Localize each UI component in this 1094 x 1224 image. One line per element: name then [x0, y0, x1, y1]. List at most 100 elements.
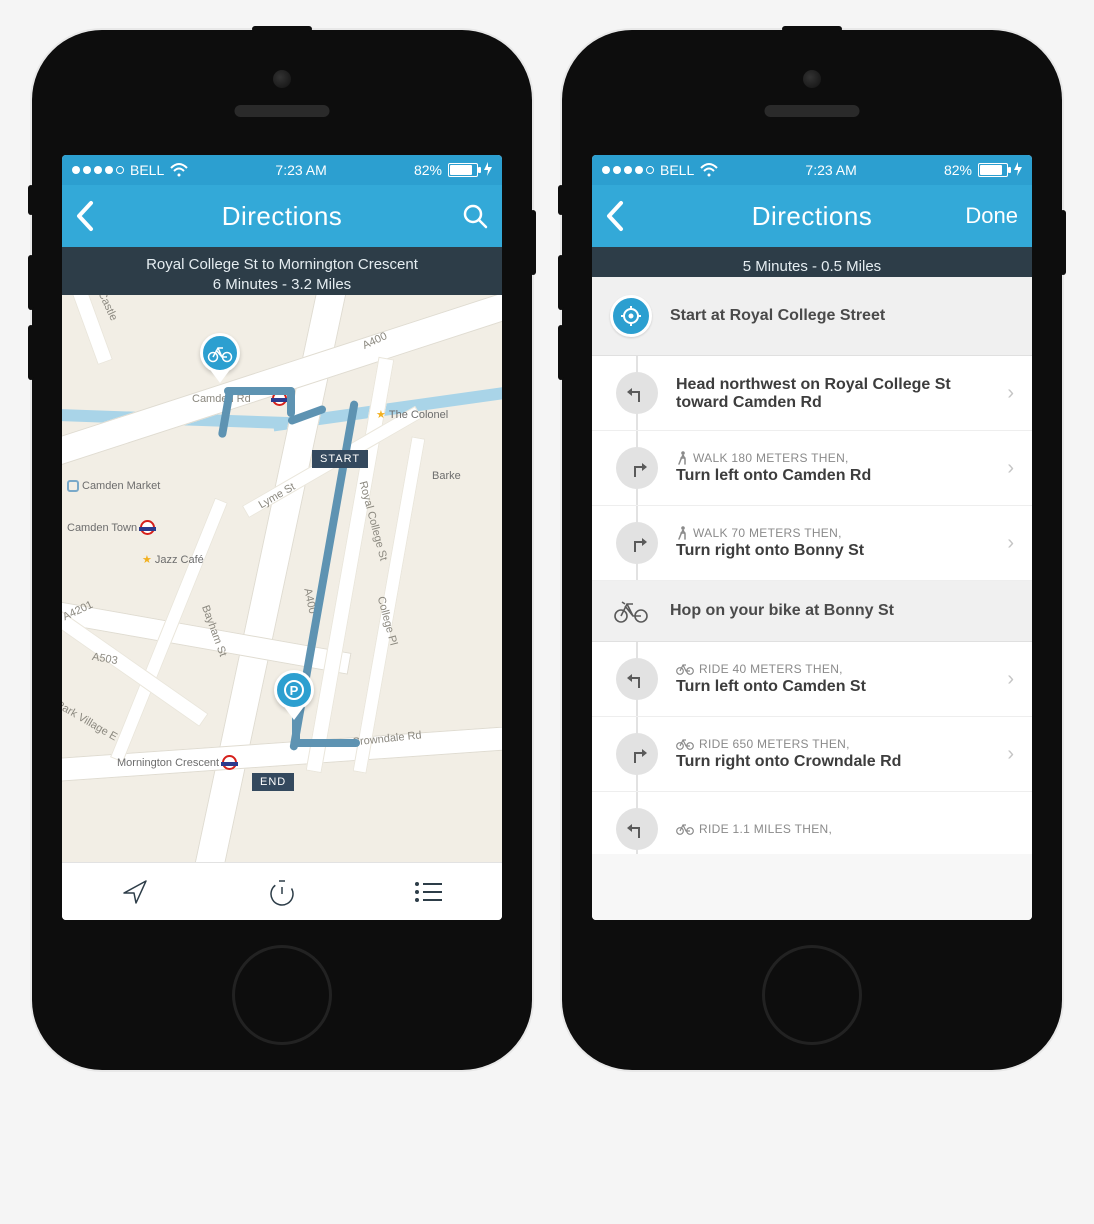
tube-icon [140, 520, 155, 535]
section-start: Start at Royal College Street [592, 277, 1032, 356]
power-button[interactable] [530, 210, 536, 275]
back-button[interactable] [606, 201, 676, 231]
location-arrow-icon [120, 877, 150, 907]
poi-jazz-cafe: ★Jazz Café [142, 553, 204, 566]
front-camera [803, 70, 821, 88]
chevron-left-icon [76, 201, 94, 231]
chevron-right-icon: › [1007, 532, 1020, 555]
screen-right: BELL 7:23 AM 82% Directions Done 5 [592, 155, 1032, 920]
step-instruction: Turn right onto Bonny St [676, 542, 989, 560]
timer-button[interactable] [209, 863, 356, 920]
home-button[interactable] [762, 945, 862, 1045]
step-meta: RIDE 40 METERS THEN, [676, 662, 989, 676]
route-line [294, 739, 360, 747]
home-button[interactable] [232, 945, 332, 1045]
battery-percent: 82% [944, 162, 972, 178]
signal-icon [72, 166, 124, 174]
poi-camden-market: Camden Market [67, 480, 160, 492]
poi-camden-town: Camden Town [67, 520, 155, 535]
carrier-label: BELL [660, 162, 694, 178]
chevron-right-icon: › [1007, 743, 1020, 766]
direction-step[interactable]: WALK 180 METERS THEN, Turn left onto Camd… [592, 431, 1032, 506]
step-instruction: Turn right onto Crowndale Rd [676, 753, 989, 771]
turn-right-icon [616, 447, 658, 489]
map-view[interactable]: Camden Rd A400 A400 Lyme St Royal Colleg… [62, 295, 502, 862]
nav-bar: Directions Done [592, 185, 1032, 247]
step-instruction: Turn left onto Camden Rd [676, 467, 989, 485]
poi-barke: Barke [432, 470, 461, 482]
power-button[interactable] [1060, 210, 1066, 275]
charging-icon [484, 162, 492, 179]
volume-up-button[interactable] [28, 255, 34, 310]
parking-icon: P [274, 670, 314, 710]
mute-switch[interactable] [28, 185, 34, 215]
stopwatch-icon [267, 877, 297, 907]
volume-down-button[interactable] [558, 325, 564, 380]
clock-label: 7:23 AM [805, 162, 856, 178]
battery-percent: 82% [414, 162, 442, 178]
route-line [224, 387, 294, 395]
list-toggle-button[interactable] [355, 863, 502, 920]
turn-right-icon [616, 522, 658, 564]
start-badge: START [312, 450, 368, 468]
wifi-icon [700, 163, 718, 177]
route-title: Royal College St to Mornington Crescent [72, 255, 492, 275]
status-bar: BELL 7:23 AM 82% [592, 155, 1032, 185]
turn-left-icon [616, 808, 658, 850]
road-label: Castle [96, 295, 120, 323]
direction-step[interactable]: RIDE 1.1 MILES THEN, [592, 792, 1032, 854]
end-pin[interactable]: P [274, 670, 314, 720]
step-meta: WALK 70 METERS THEN, [676, 526, 989, 540]
start-pin[interactable] [200, 333, 240, 383]
chevron-right-icon: › [1007, 457, 1020, 480]
road [62, 295, 502, 469]
step-meta: WALK 180 METERS THEN, [676, 451, 989, 465]
svg-text:P: P [290, 683, 299, 698]
search-icon [462, 203, 488, 229]
phone-top-nub [782, 26, 842, 32]
step-meta: RIDE 1.1 MILES THEN, [676, 822, 1020, 836]
battery-icon [978, 163, 1008, 177]
bike-icon [610, 599, 652, 623]
direction-step[interactable]: RIDE 40 METERS THEN, Turn left onto Camde… [592, 642, 1032, 717]
step-instruction: Turn left onto Camden St [676, 678, 989, 696]
section-bike: Hop on your bike at Bonny St [592, 581, 1032, 642]
charging-icon [1014, 162, 1022, 179]
signal-icon [602, 166, 654, 174]
section-bike-label: Hop on your bike at Bonny St [670, 602, 894, 620]
step-instruction: Head northwest on Royal College St towar… [676, 376, 989, 412]
back-button[interactable] [76, 201, 146, 231]
phone-left: BELL 7:23 AM 82% Directions [32, 30, 532, 1070]
turn-left-icon [616, 658, 658, 700]
section-start-label: Start at Royal College Street [670, 307, 885, 325]
page-title: Directions [222, 201, 343, 232]
page-title: Directions [752, 201, 873, 232]
turn-left-icon [616, 372, 658, 414]
volume-down-button[interactable] [28, 325, 34, 380]
directions-list[interactable]: Start at Royal College Street Head north… [592, 277, 1032, 920]
poi-the-colonel: ★The Colonel [376, 408, 448, 421]
volume-up-button[interactable] [558, 255, 564, 310]
list-icon [414, 880, 444, 904]
screen-left: BELL 7:23 AM 82% Directions [62, 155, 502, 920]
bike-icon [200, 333, 240, 373]
nav-bar: Directions [62, 185, 502, 247]
direction-step[interactable]: RIDE 650 METERS THEN,Turn right onto Cro… [592, 717, 1032, 792]
front-camera [273, 70, 291, 88]
status-bar: BELL 7:23 AM 82% [62, 155, 502, 185]
battery-icon [448, 163, 478, 177]
poi-mornington: Mornington Crescent [117, 755, 237, 770]
clock-label: 7:23 AM [275, 162, 326, 178]
done-button[interactable]: Done [948, 203, 1018, 229]
route-stats: 5 Minutes - 0.5 Miles [743, 258, 881, 275]
map-toolbar [62, 862, 502, 920]
route-line [287, 387, 295, 417]
direction-step[interactable]: Head northwest on Royal College St towar… [592, 356, 1032, 431]
locate-button[interactable] [62, 863, 209, 920]
chevron-right-icon: › [1007, 668, 1020, 691]
mute-switch[interactable] [558, 185, 564, 215]
search-button[interactable] [418, 203, 488, 229]
direction-step[interactable]: WALK 70 METERS THEN, Turn right onto Bonn… [592, 506, 1032, 581]
road-label: Park Village E [62, 699, 119, 744]
route-stats: 6 Minutes - 3.2 Miles [72, 275, 492, 295]
